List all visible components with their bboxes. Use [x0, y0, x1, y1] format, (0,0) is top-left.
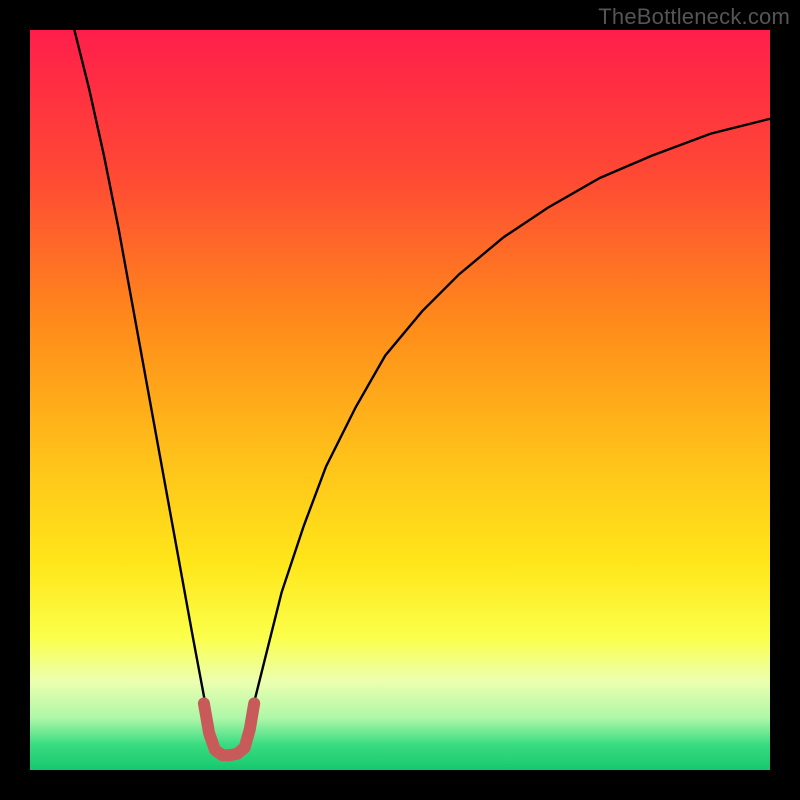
chart-frame: TheBottleneck.com — [0, 0, 800, 800]
chart-svg — [30, 30, 770, 770]
plot-area — [30, 30, 770, 770]
chart-background — [30, 30, 770, 770]
watermark-text: TheBottleneck.com — [598, 4, 790, 30]
